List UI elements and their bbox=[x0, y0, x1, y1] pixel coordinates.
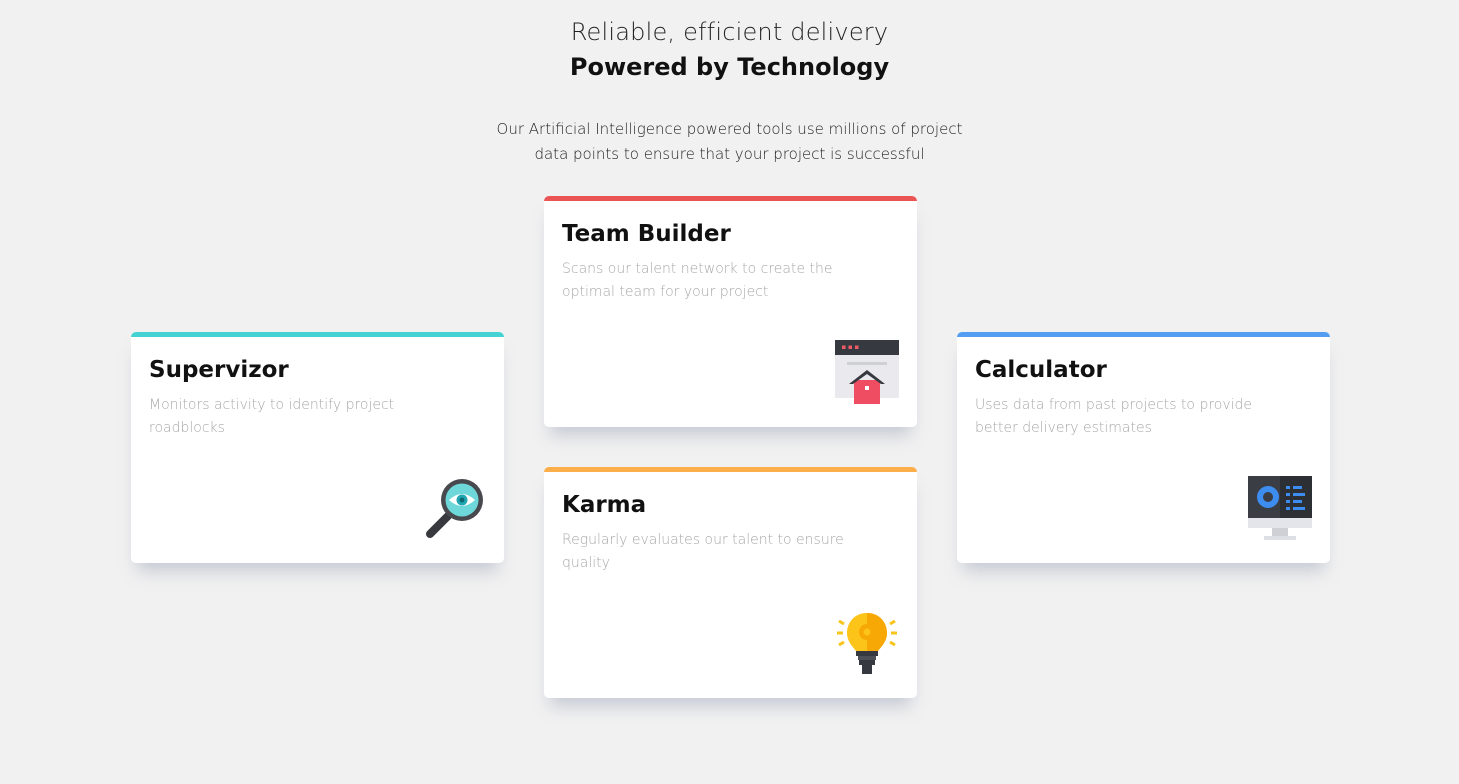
card-karma: Karma Regularly evaluates our talent to … bbox=[544, 467, 917, 698]
card-accent-bar bbox=[544, 196, 917, 201]
card-description: Monitors activity to identify project ro… bbox=[149, 397, 395, 436]
card-calculator: Calculator Uses data from past projects … bbox=[957, 332, 1330, 563]
intro-text: Our Artificial Intelligence powered tool… bbox=[496, 120, 963, 163]
browser-house-icon bbox=[835, 340, 899, 404]
card-description: Uses data from past projects to provide … bbox=[975, 397, 1253, 436]
card-title: Supervizor bbox=[149, 357, 289, 383]
magnifier-eye-icon bbox=[426, 479, 483, 538]
light-bulb-icon bbox=[837, 613, 897, 674]
card-title: Karma bbox=[562, 492, 647, 518]
page-header-subtitle: Reliable, efficient delivery bbox=[570, 18, 889, 46]
card-title: Team Builder bbox=[562, 221, 731, 247]
monitor-chart-icon bbox=[1248, 476, 1312, 540]
card-accent-bar bbox=[957, 332, 1330, 337]
card-description: Regularly evaluates our talent to ensure… bbox=[562, 532, 844, 571]
card-supervizor: Supervizor Monitors activity to identify… bbox=[131, 332, 504, 563]
card-team-builder: Team Builder Scans our talent network to… bbox=[544, 196, 917, 427]
card-title: Calculator bbox=[975, 357, 1107, 383]
card-accent-bar bbox=[131, 332, 504, 337]
card-description: Scans our talent network to create the o… bbox=[562, 261, 833, 300]
page-title: Powered by Technology bbox=[569, 53, 890, 81]
card-accent-bar bbox=[544, 467, 917, 472]
